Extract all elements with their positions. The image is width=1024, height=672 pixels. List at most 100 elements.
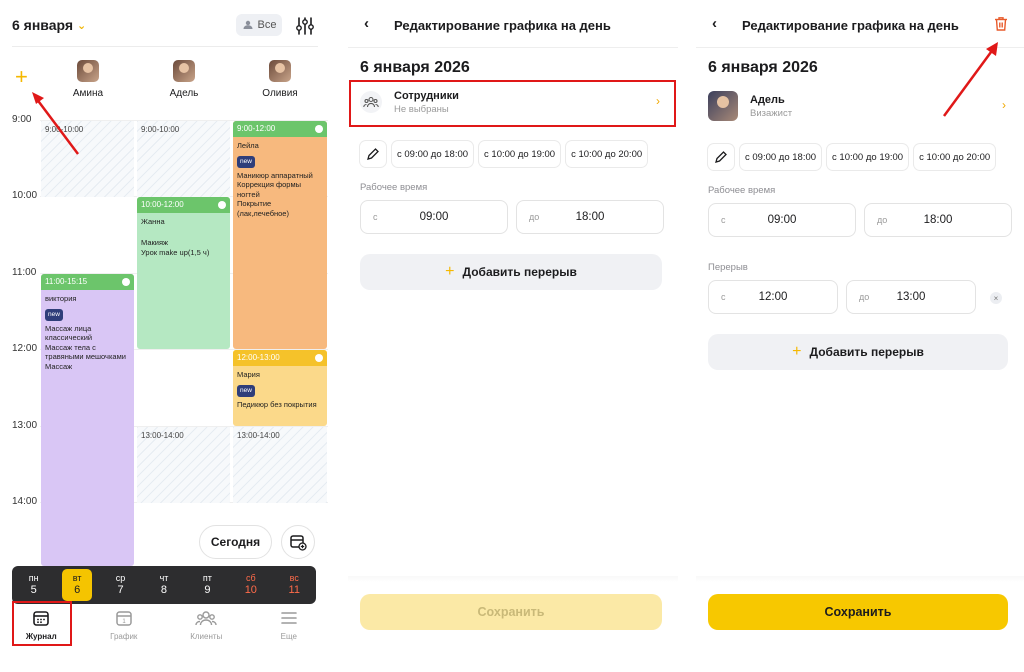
add-to-calendar-button[interactable] — [281, 525, 315, 559]
work-time-label: Рабочее время — [708, 185, 776, 196]
avatar — [269, 60, 291, 82]
free-slot[interactable]: 9:00-10:00 — [137, 121, 230, 197]
plus-circle-icon — [315, 124, 323, 133]
field-value: 09:00 — [767, 214, 797, 226]
chevron-down-icon: ⌄ — [77, 19, 87, 32]
tab-schedule[interactable]: 1 График — [94, 604, 154, 648]
appointment-header: 11:00-15:15 — [41, 274, 134, 290]
day-of-week: пн — [28, 573, 39, 583]
preset-row: с 09:00 до 18:00 с 10:00 до 19:00 с 10:0… — [708, 144, 996, 170]
appointment-card[interactable]: 12:00-13:00 Мария new Педикюр без покрыт… — [233, 350, 327, 426]
break-end-field[interactable]: до 13:00 — [846, 280, 976, 314]
week-day-selected[interactable]: вт 6 — [62, 569, 93, 601]
appointment-card[interactable]: 9:00-12:00 Лейла new Маникюр аппаратный … — [233, 121, 327, 349]
appointment-card[interactable]: 11:00-15:15 виктория new Массаж лица кла… — [41, 274, 134, 566]
staff-filter-all[interactable]: Все — [236, 14, 282, 36]
services: Маникюр аппаратный Коррекция формы ногте… — [237, 170, 313, 218]
annotation-arrow — [32, 92, 79, 155]
menu-icon — [280, 612, 297, 624]
hour-label: 12:00 — [12, 343, 38, 354]
annotation-arrow — [942, 42, 998, 117]
avatar — [77, 60, 99, 82]
week-strip: пн 5 вт 6 ср 7 чт 8 пт 9 сб 10 вс 11 — [12, 566, 316, 604]
schedule-date: 6 января 2026 — [360, 59, 470, 76]
client-name: Жанна — [141, 216, 165, 226]
services: Макияж Урок make up(1,5 ч) — [141, 238, 210, 257]
edit-pencil-icon[interactable] — [360, 141, 386, 167]
day-number: 10 — [244, 584, 257, 596]
field-value: 18:00 — [575, 211, 605, 223]
tab-label: Клиенты — [190, 632, 223, 641]
staff-name: Адель — [169, 88, 199, 99]
back-chevron-icon[interactable]: ‹ — [364, 15, 369, 32]
date-selector[interactable]: 6 января ⌄ — [12, 17, 86, 33]
tab-clients[interactable]: Клиенты — [176, 604, 236, 648]
staff-column-header[interactable]: Адель — [144, 60, 224, 99]
preset-chip[interactable]: с 10:00 до 19:00 — [827, 144, 909, 170]
day-number: 11 — [288, 584, 300, 596]
remove-break-icon[interactable]: × — [990, 292, 1002, 304]
week-day[interactable]: ср 7 — [106, 569, 136, 601]
hour-label: 11:00 — [12, 267, 37, 278]
preset-chip[interactable]: с 10:00 до 20:00 — [566, 141, 648, 167]
services: Массаж лица классический Массаж тела с т… — [45, 323, 126, 371]
day-number: 9 — [204, 584, 211, 596]
free-slot[interactable]: 13:00-14:00 — [233, 427, 327, 503]
header: ‹ Редактирование графика на день — [348, 0, 678, 48]
add-break-button[interactable]: + Добавить перерыв — [360, 254, 662, 290]
avatar — [173, 60, 195, 82]
work-end-field[interactable]: до 18:00 — [864, 203, 1012, 237]
hour-label: 13:00 — [12, 420, 38, 431]
day-number: 6 — [74, 584, 81, 596]
save-button[interactable]: Сохранить — [708, 594, 1008, 630]
preset-chip[interactable]: с 09:00 до 18:00 — [392, 141, 474, 167]
work-time-label: Рабочее время — [360, 182, 428, 193]
appointment-card[interactable]: 10:00-12:00 Жанна Макияж Урок make up(1,… — [137, 197, 230, 349]
tab-more[interactable]: Еще — [259, 604, 319, 648]
schedule-date: 6 января 2026 — [708, 59, 818, 76]
annotation-highlight-box — [349, 80, 676, 127]
work-start-field[interactable]: с 09:00 — [708, 203, 856, 237]
add-icon[interactable]: + — [15, 66, 28, 88]
add-break-button[interactable]: + Добавить перерыв — [708, 334, 1008, 370]
work-end-field[interactable]: до 18:00 — [516, 200, 664, 234]
work-start-field[interactable]: с 09:00 — [360, 200, 508, 234]
new-badge: new — [237, 156, 255, 168]
edit-schedule-filled-screen: ‹ Редактирование графика на день 6 январ… — [696, 0, 1024, 672]
tab-label: График — [110, 632, 138, 641]
hour-label: 10:00 — [12, 190, 38, 201]
day-of-week: сб — [245, 573, 256, 583]
free-slot[interactable]: 13:00-14:00 — [137, 427, 230, 503]
hour-label: 14:00 — [12, 496, 38, 507]
day-of-week: вс — [289, 573, 299, 583]
save-button-disabled[interactable]: Сохранить — [360, 594, 662, 630]
week-day-weekend[interactable]: вс 11 — [279, 569, 309, 601]
day-number: 8 — [160, 584, 168, 596]
staff-name: Оливия — [262, 88, 298, 99]
trash-icon[interactable] — [994, 16, 1008, 32]
back-chevron-icon[interactable]: ‹ — [712, 15, 717, 32]
staff-column-header[interactable]: Оливия — [240, 60, 320, 99]
employee-role: Визажист — [750, 107, 793, 119]
week-day[interactable]: пт 9 — [192, 569, 222, 601]
client-name: Лейла — [237, 140, 259, 150]
divider — [696, 576, 1024, 582]
all-filter-label: Все — [257, 19, 277, 31]
edit-pencil-icon[interactable] — [708, 144, 734, 170]
week-day[interactable]: чт 8 — [149, 569, 179, 601]
today-button[interactable]: Сегодня — [199, 525, 272, 559]
break-start-field[interactable]: с 12:00 — [708, 280, 838, 314]
field-value: 18:00 — [923, 214, 953, 226]
filter-sliders-icon[interactable] — [294, 15, 316, 37]
week-day[interactable]: пн 5 — [19, 569, 49, 601]
tab-label: Еще — [280, 632, 297, 641]
appointment-time: 9:00-12:00 — [237, 124, 276, 133]
preset-chip[interactable]: с 10:00 до 19:00 — [479, 141, 561, 167]
week-day-weekend[interactable]: сб 10 — [236, 569, 266, 601]
appointment-header: 12:00-13:00 — [233, 350, 327, 366]
new-badge: new — [237, 385, 255, 397]
slot-time: 13:00-14:00 — [237, 431, 280, 440]
preset-chip[interactable]: с 10:00 до 20:00 — [914, 144, 996, 170]
field-value: 09:00 — [419, 211, 449, 223]
preset-chip[interactable]: с 09:00 до 18:00 — [740, 144, 822, 170]
